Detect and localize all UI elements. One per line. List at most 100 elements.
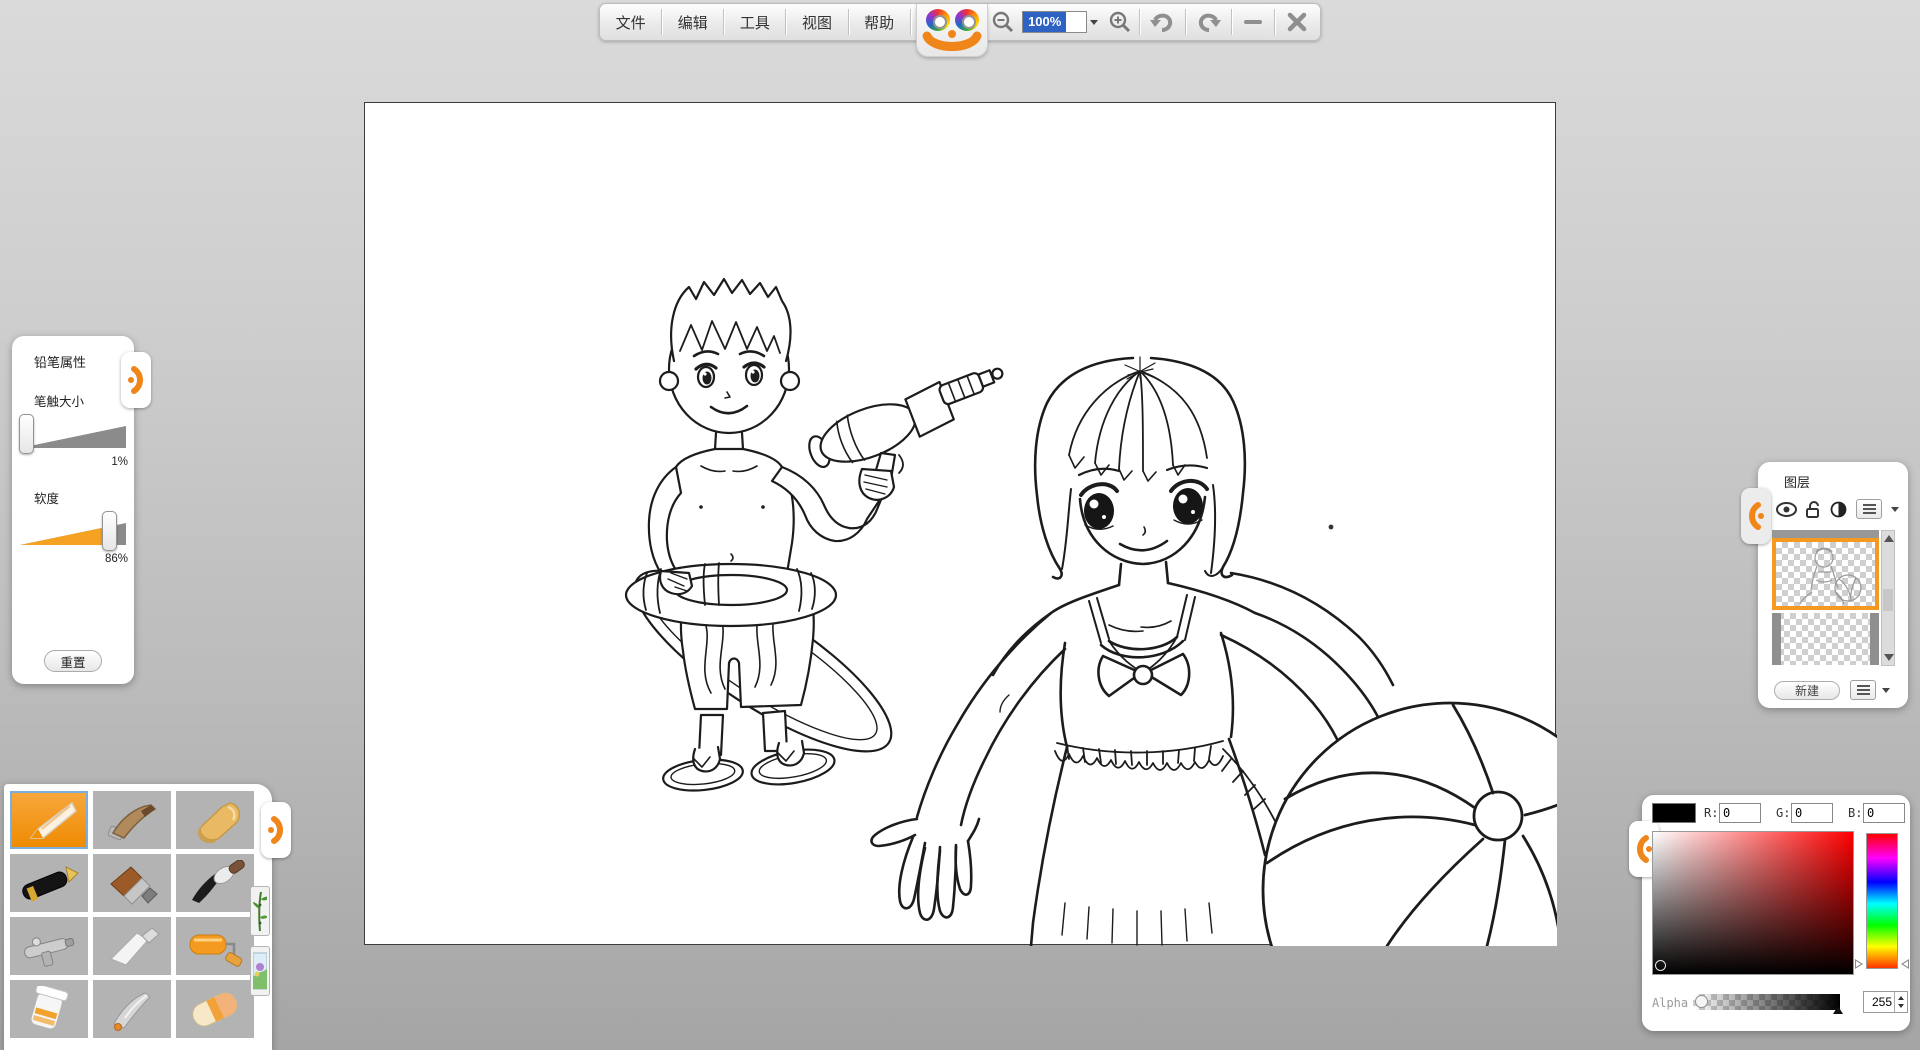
- orange-handle-icon: [1747, 501, 1765, 531]
- menu-help[interactable]: 帮助: [849, 4, 910, 40]
- layers-collapse-handle[interactable]: [1741, 488, 1771, 544]
- layer-list-top-edge: [1772, 530, 1879, 538]
- chevron-down-icon[interactable]: [1882, 688, 1890, 693]
- girl-head: [1035, 357, 1245, 585]
- spray-icon: [99, 986, 165, 1032]
- bamboo-brush-button[interactable]: [250, 886, 270, 936]
- palette-collapse-handle[interactable]: [261, 802, 291, 858]
- alpha-spinner[interactable]: [1894, 992, 1907, 1012]
- brush-size-value: 1%: [20, 456, 128, 468]
- opacity-contrast-icon[interactable]: [1830, 501, 1847, 518]
- hue-strip[interactable]: [1866, 833, 1898, 969]
- tool-flat-brush[interactable]: [93, 854, 171, 912]
- menu-tools[interactable]: 工具: [724, 4, 785, 40]
- softness-value: 86%: [20, 553, 128, 565]
- redo-icon: [1196, 10, 1222, 34]
- alpha-value-box[interactable]: 255: [1863, 991, 1908, 1013]
- scroll-down-icon[interactable]: [1884, 654, 1894, 661]
- softness-slider-handle[interactable]: [102, 511, 117, 551]
- canvas-artwork: [365, 103, 1557, 946]
- brush-size-slider[interactable]: [18, 412, 128, 456]
- menu-view[interactable]: 视图: [786, 4, 847, 40]
- tool-eraser[interactable]: [176, 980, 254, 1038]
- bamboo-icon: [253, 889, 267, 933]
- reset-button[interactable]: 重置: [44, 650, 102, 672]
- zoom-in-icon: [1108, 10, 1132, 34]
- tool-crayon[interactable]: [176, 791, 254, 849]
- girl-drawing: [872, 357, 1557, 946]
- redo-button[interactable]: [1186, 4, 1231, 40]
- logo-right-eye-icon: [955, 9, 979, 31]
- alpha-value: 255: [1864, 995, 1894, 1009]
- scrollbar-thumb[interactable]: [1883, 589, 1893, 611]
- drawing-canvas[interactable]: [364, 102, 1556, 945]
- scroll-up-icon[interactable]: [1884, 535, 1894, 542]
- saturation-value-field[interactable]: [1652, 831, 1854, 975]
- zoom-dropdown-button[interactable]: [1087, 20, 1101, 25]
- tool-paint-roller[interactable]: [176, 917, 254, 975]
- layer-scrollbar[interactable]: [1881, 530, 1895, 666]
- layer-thumbnail: [1776, 542, 1875, 606]
- tool-ink-brush[interactable]: [176, 854, 254, 912]
- tool-spray[interactable]: [93, 980, 171, 1038]
- softness-slider[interactable]: [18, 509, 128, 553]
- layer-item-selected[interactable]: [1772, 538, 1879, 610]
- sv-cursor: [1655, 960, 1666, 971]
- zoom-in-button[interactable]: [1101, 4, 1138, 40]
- ink-brush-icon: [182, 860, 248, 906]
- tool-airbrush[interactable]: [10, 917, 88, 975]
- new-layer-button[interactable]: 新建: [1774, 681, 1840, 700]
- g-label: G:: [1776, 806, 1790, 820]
- girl-right-arm: [1221, 573, 1393, 739]
- tool-wood-pencil[interactable]: [93, 791, 171, 849]
- paint-tube-icon: [16, 986, 82, 1032]
- fountain-pen-icon: [16, 860, 82, 906]
- spinner-down-icon[interactable]: [1898, 1004, 1904, 1008]
- zoom-level-combobox[interactable]: 100%: [1022, 11, 1087, 33]
- picture-stamp-button[interactable]: [250, 946, 270, 996]
- layers-options-button[interactable]: [1850, 680, 1876, 700]
- unlock-icon[interactable]: [1806, 501, 1821, 518]
- spinner-up-icon[interactable]: [1898, 996, 1904, 1000]
- layer-item[interactable]: [1772, 613, 1879, 665]
- panel-title: 铅笔属性: [34, 352, 134, 371]
- b-input[interactable]: [1863, 803, 1905, 823]
- tool-paint-tube[interactable]: [10, 980, 88, 1038]
- hue-marker-right-icon[interactable]: [1901, 959, 1909, 969]
- alpha-end-marker-icon: [1833, 1006, 1843, 1014]
- menu-file[interactable]: 文件: [600, 4, 661, 40]
- brush-size-slider-handle[interactable]: [19, 414, 34, 454]
- chevron-down-icon: [1090, 20, 1098, 25]
- tool-palette: [4, 784, 272, 1050]
- g-input[interactable]: [1791, 803, 1833, 823]
- hue-marker-left-icon[interactable]: [1855, 959, 1863, 969]
- softness-label: 软度: [34, 488, 134, 507]
- visibility-eye-icon[interactable]: [1776, 502, 1797, 517]
- panel-title: 图层: [1784, 472, 1908, 491]
- bow: [1098, 654, 1189, 696]
- undo-button[interactable]: [1139, 4, 1184, 40]
- undo-icon: [1149, 10, 1175, 34]
- flat-brush-icon: [99, 860, 165, 906]
- boy-drawing: [612, 279, 1014, 794]
- alpha-slider[interactable]: [1693, 994, 1840, 1010]
- app-logo[interactable]: [916, 4, 988, 57]
- minimize-button[interactable]: [1232, 4, 1273, 40]
- alpha-slider-handle[interactable]: [1695, 995, 1708, 1008]
- layer-menu-button[interactable]: [1856, 499, 1882, 519]
- r-label: R:: [1704, 806, 1718, 820]
- tool-fountain-pen[interactable]: [10, 854, 88, 912]
- close-button[interactable]: [1275, 4, 1320, 40]
- zoom-out-button[interactable]: [985, 4, 1022, 40]
- tool-pencil[interactable]: [10, 791, 88, 849]
- logo-smile-icon: [917, 30, 987, 54]
- stray-dot: [1329, 525, 1334, 530]
- picture-icon: [253, 949, 267, 993]
- r-input[interactable]: [1719, 803, 1761, 823]
- current-color-swatch[interactable]: [1652, 803, 1696, 823]
- menu-edit[interactable]: 编辑: [662, 4, 723, 40]
- palette-knife-icon: [99, 923, 165, 969]
- close-icon: [1287, 12, 1307, 32]
- tool-palette-knife[interactable]: [93, 917, 171, 975]
- chevron-down-icon[interactable]: [1891, 507, 1899, 512]
